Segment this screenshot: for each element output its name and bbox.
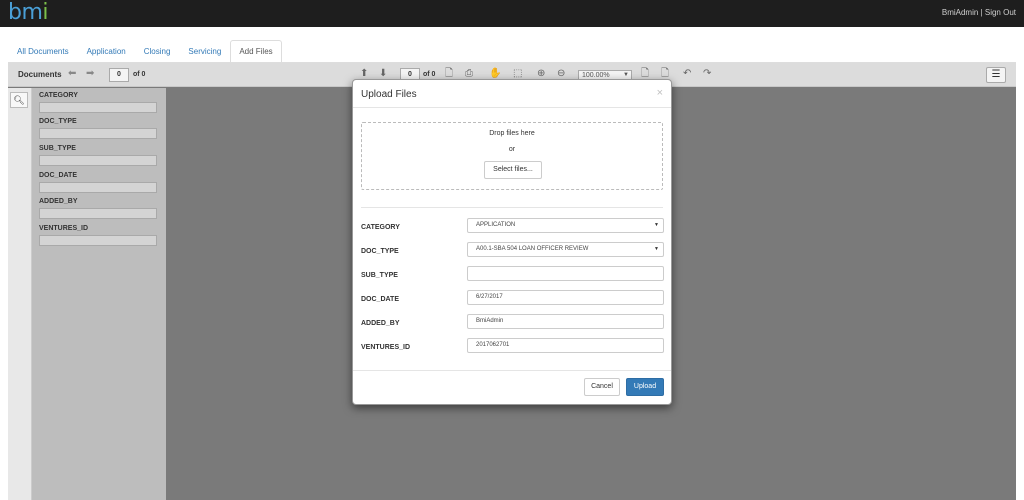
or-text: or (508, 146, 516, 153)
toolbar-title: Documents (18, 70, 62, 79)
filter-doc-date-input[interactable] (39, 182, 157, 193)
select-icon[interactable]: ⬚ (513, 69, 522, 79)
zoom-in-icon[interactable]: ⊕ (537, 69, 545, 79)
top-bar: bmi BmiAdmin | Sign Out (0, 0, 1024, 27)
doc-type-value: A00.1-SBA 504 LOAN OFFICER REVIEW (476, 246, 589, 252)
user-area: BmiAdmin | Sign Out (942, 8, 1016, 17)
close-icon[interactable]: × (657, 87, 663, 99)
added-by-input[interactable]: BmiAdmin (467, 314, 664, 329)
category-select[interactable]: APPLICATION ▼ (467, 218, 664, 233)
bmi-logo[interactable]: bmi (8, 0, 49, 25)
arrow-right-icon[interactable]: ➡ (86, 69, 94, 79)
caret-down-icon: ▼ (654, 222, 659, 228)
doc-date-label: DOC_DATE (361, 296, 399, 303)
filter-ventures-id-label: VENTURES_ID (39, 225, 89, 232)
logo-text: bm (8, 0, 43, 25)
arrow-up-icon[interactable]: ⬆ (360, 69, 368, 79)
document-icon[interactable]: 🗋 (445, 69, 453, 79)
hamburger-menu-icon[interactable]: ☰ (986, 67, 1006, 83)
modal-header: Upload Files × (353, 80, 671, 108)
filter-ventures-id-input[interactable] (39, 235, 157, 246)
tab-all-documents[interactable]: All Documents (8, 40, 78, 62)
caret-down-icon: ▼ (654, 246, 659, 252)
hand-icon[interactable]: ✋ (489, 69, 501, 79)
logo-dot: i (42, 0, 49, 25)
form-divider (361, 207, 663, 208)
sign-out-link[interactable]: Sign Out (985, 8, 1016, 17)
rotate-left-icon[interactable]: ↶ (683, 69, 691, 79)
tab-closing[interactable]: Closing (135, 40, 180, 62)
user-name[interactable]: BmiAdmin (942, 8, 978, 17)
filter-doc-type-input[interactable] (39, 128, 157, 139)
page-count: of 0 (133, 71, 146, 78)
tab-add-files[interactable]: Add Files (230, 40, 282, 62)
filter-added-by-input[interactable] (39, 208, 157, 219)
search-column: 🔍︎ (8, 88, 32, 500)
ventures-id-label: VENTURES_ID (361, 344, 411, 351)
category-label: CATEGORY (361, 224, 400, 231)
filter-category-input[interactable] (39, 102, 157, 113)
zoom-value: 100.00% (582, 72, 610, 79)
tab-servicing[interactable]: Servicing (179, 40, 230, 62)
filter-panel: CATEGORY DOC_TYPE SUB_TYPE DOC_DATE ADDE… (32, 88, 166, 500)
page-number-input[interactable]: 0 (109, 68, 129, 82)
tab-application[interactable]: Application (78, 40, 135, 62)
search-icon[interactable]: 🔍︎ (10, 92, 28, 108)
arrow-down-icon[interactable]: ⬇ (379, 69, 387, 79)
filter-sub-type-label: SUB_TYPE (39, 145, 76, 152)
filter-sub-type-input[interactable] (39, 155, 157, 166)
select-files-button[interactable]: Select files... (484, 161, 542, 179)
file-drop-zone[interactable]: Drop files here or Select files... (361, 122, 663, 190)
print-icon[interactable]: ⎙ (465, 69, 473, 79)
modal-footer-divider (353, 370, 671, 371)
document-tabs: All Documents Application Closing Servic… (8, 40, 282, 62)
filter-added-by-label: ADDED_BY (39, 198, 78, 205)
doc-type-select[interactable]: A00.1-SBA 504 LOAN OFFICER REVIEW ▼ (467, 242, 664, 257)
pages-icon[interactable]: 🗋 (661, 69, 669, 79)
zoom-out-icon[interactable]: ⊖ (557, 69, 565, 79)
arrow-left-icon[interactable]: ⬅ (68, 69, 76, 79)
upload-button[interactable]: Upload (626, 378, 664, 396)
category-value: APPLICATION (476, 222, 516, 228)
filter-category-label: CATEGORY (39, 92, 78, 99)
sub-type-label: SUB_TYPE (361, 272, 398, 279)
filter-doc-type-label: DOC_TYPE (39, 118, 77, 125)
ventures-id-input[interactable]: 2017062701 (467, 338, 664, 353)
user-separator: | (980, 8, 983, 17)
drop-files-text: Drop files here (489, 130, 535, 137)
page-icon[interactable]: 🗋 (641, 69, 649, 79)
rotate-right-icon[interactable]: ↷ (703, 69, 711, 79)
center-page-count: of 0 (423, 71, 436, 78)
modal-title: Upload Files (361, 89, 417, 100)
upload-files-modal: Upload Files × Drop files here or Select… (352, 79, 672, 405)
doc-date-input[interactable]: 6/27/2017 (467, 290, 664, 305)
cancel-button[interactable]: Cancel (584, 378, 620, 396)
added-by-label: ADDED_BY (361, 320, 400, 327)
doc-type-label: DOC_TYPE (361, 248, 399, 255)
filter-doc-date-label: DOC_DATE (39, 172, 77, 179)
sub-type-input[interactable] (467, 266, 664, 281)
